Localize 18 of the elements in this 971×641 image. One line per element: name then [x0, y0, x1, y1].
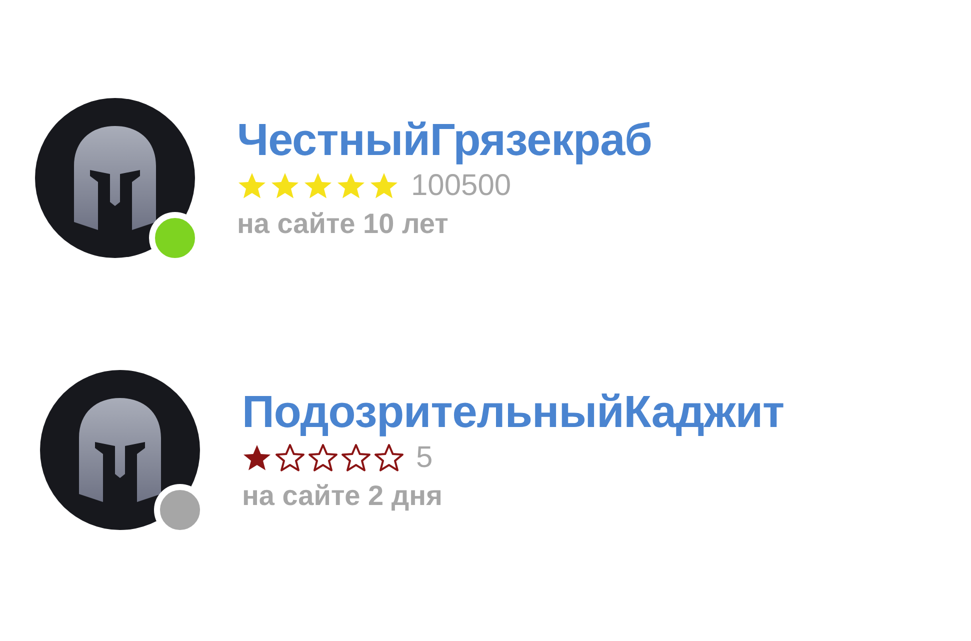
empty-star-icon — [341, 442, 371, 473]
empty-star-icon — [308, 442, 338, 473]
filled-star-icon — [303, 170, 333, 201]
filled-star-icon — [336, 170, 366, 201]
empty-star-icon — [275, 442, 305, 473]
helmet-icon — [79, 398, 161, 502]
helmet-icon — [74, 126, 156, 230]
filled-star-icon — [237, 170, 267, 201]
username[interactable]: ЧестныйГрязекраб — [237, 115, 652, 165]
member-since: на сайте 2 дня — [242, 478, 444, 513]
empty-star-icon — [374, 442, 404, 473]
rating-count: 5 — [416, 442, 433, 473]
rating-count: 100500 — [411, 170, 512, 201]
filled-star-icon — [270, 170, 300, 201]
member-since: на сайте 10 лет — [237, 206, 450, 241]
username[interactable]: ПодозрительныйКаджит — [242, 387, 784, 437]
filled-star-icon — [242, 442, 272, 473]
filled-star-icon — [369, 170, 399, 201]
